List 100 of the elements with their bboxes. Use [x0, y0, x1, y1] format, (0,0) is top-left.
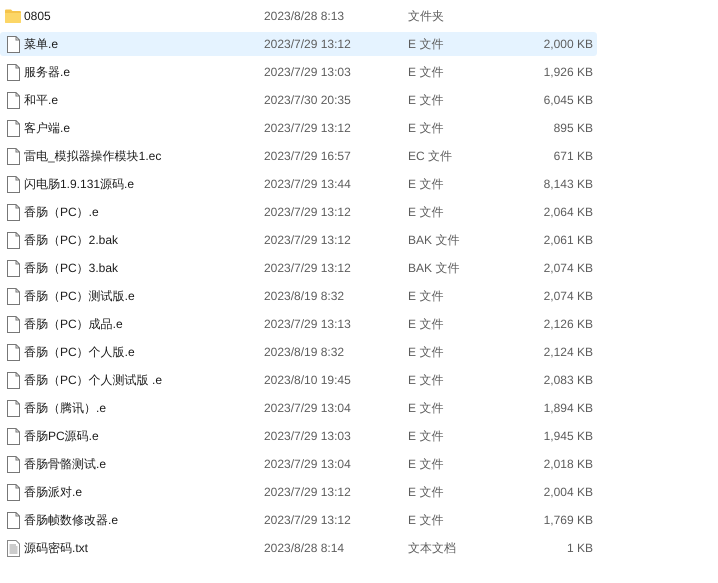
- file-name: 香肠（PC）测试版.e: [24, 288, 136, 304]
- file-type: E 文件: [408, 64, 444, 80]
- file-row[interactable]: 服务器.e 2023/7/29 13:03 E 文件 1,926 KB: [0, 60, 597, 84]
- file-row[interactable]: 香肠帧数修改器.e 2023/7/29 13:12 E 文件 1,769 KB: [0, 508, 597, 532]
- file-row[interactable]: 闪电肠1.9.131源码.e 2023/7/29 13:44 E 文件 8,143 KB: [0, 172, 597, 196]
- file-row[interactable]: 香肠（PC）个人测试版 .e 2023/8/10 19:45 E 文件 2,083 KB: [0, 368, 597, 392]
- file-icon: [6, 512, 20, 528]
- file-type: BAK 文件: [408, 260, 460, 276]
- file-size: 671 KB: [554, 149, 594, 163]
- file-type: E 文件: [408, 344, 444, 360]
- file-row[interactable]: 和平.e 2023/7/30 20:35 E 文件 6,045 KB: [0, 88, 597, 112]
- file-size: 2,124 KB: [544, 345, 594, 359]
- file-name: 香肠（PC）.e: [24, 204, 100, 220]
- file-name: 香肠（PC）3.bak: [24, 260, 120, 276]
- file-name: 闪电肠1.9.131源码.e: [24, 176, 136, 192]
- file-row[interactable]: 客户端.e 2023/7/29 13:12 E 文件 895 KB: [0, 116, 597, 140]
- text-file-icon: [6, 540, 20, 556]
- file-size: 1,894 KB: [544, 401, 594, 415]
- file-size: 2,126 KB: [544, 317, 594, 331]
- modified-date: 2023/7/29 13:12: [264, 485, 352, 499]
- file-name: 香肠（PC）成品.e: [24, 316, 124, 332]
- modified-date: 2023/7/29 13:12: [264, 121, 352, 135]
- file-row[interactable]: 香肠（PC）.e 2023/7/29 13:12 E 文件 2,064 KB: [0, 200, 597, 224]
- file-icon: [6, 260, 20, 276]
- file-name: 香肠派对.e: [24, 484, 84, 500]
- file-row[interactable]: 香肠（PC）成品.e 2023/7/29 13:13 E 文件 2,126 KB: [0, 312, 597, 336]
- file-size: 2,074 KB: [544, 261, 594, 275]
- file-icon: [6, 148, 20, 164]
- file-name: 香肠（腾讯）.e: [24, 400, 108, 416]
- file-row[interactable]: 香肠（PC）测试版.e 2023/8/19 8:32 E 文件 2,074 KB: [0, 284, 597, 308]
- file-row[interactable]: 香肠（PC）3.bak 2023/7/29 13:12 BAK 文件 2,074 KB: [0, 256, 597, 280]
- file-size: 6,045 KB: [544, 93, 594, 107]
- file-name: 香肠（PC）2.bak: [24, 232, 120, 248]
- file-row[interactable]: 香肠PC源码.e 2023/7/29 13:03 E 文件 1,945 KB: [0, 424, 597, 448]
- file-size: 2,061 KB: [544, 233, 594, 247]
- modified-date: 2023/7/29 13:13: [264, 317, 352, 331]
- file-row[interactable]: 雷电_模拟器操作模块1.ec 2023/7/29 16:57 EC 文件 671 KB: [0, 144, 597, 168]
- file-icon: [6, 64, 20, 80]
- file-type: E 文件: [408, 400, 444, 416]
- file-type: E 文件: [408, 120, 444, 136]
- file-row[interactable]: 菜单.e 2023/7/29 13:12 E 文件 2,000 KB: [0, 32, 597, 56]
- file-icon: [6, 456, 20, 472]
- file-icon: [6, 92, 20, 108]
- modified-date: 2023/7/29 13:12: [264, 205, 352, 219]
- modified-date: 2023/7/29 13:12: [264, 37, 352, 51]
- file-icon: [6, 316, 20, 332]
- modified-date: 2023/7/29 13:04: [264, 457, 352, 471]
- file-name: 菜单.e: [24, 36, 60, 52]
- file-size: 2,074 KB: [544, 289, 594, 303]
- file-type: E 文件: [408, 372, 444, 388]
- file-size: 895 KB: [554, 121, 594, 135]
- file-type: E 文件: [408, 36, 444, 52]
- file-icon: [6, 120, 20, 136]
- modified-date: 2023/7/29 13:12: [264, 513, 352, 527]
- file-icon: [6, 176, 20, 192]
- file-type: BAK 文件: [408, 232, 460, 248]
- file-size: 1 KB: [566, 541, 594, 555]
- file-name: 香肠PC源码.e: [24, 428, 100, 444]
- modified-date: 2023/8/28 8:14: [264, 541, 346, 555]
- modified-date: 2023/7/29 13:12: [264, 233, 352, 247]
- modified-date: 2023/7/29 16:57: [264, 149, 352, 163]
- file-size: 2,064 KB: [544, 205, 594, 219]
- file-row[interactable]: 香肠（腾讯）.e 2023/7/29 13:04 E 文件 1,894 KB: [0, 396, 597, 420]
- modified-date: 2023/7/29 13:03: [264, 65, 352, 79]
- file-row[interactable]: 源码密码.txt 2023/8/28 8:14 文本文档 1 KB: [0, 536, 597, 560]
- file-size: 2,004 KB: [544, 485, 594, 499]
- modified-date: 2023/8/10 19:45: [264, 373, 352, 387]
- file-name: 源码密码.txt: [24, 540, 90, 556]
- file-size: 2,018 KB: [544, 457, 594, 471]
- file-type: E 文件: [408, 484, 444, 500]
- file-row[interactable]: 香肠（PC）个人版.e 2023/8/19 8:32 E 文件 2,124 KB: [0, 340, 597, 364]
- file-row[interactable]: 香肠骨骼测试.e 2023/7/29 13:04 E 文件 2,018 KB: [0, 452, 597, 476]
- file-icon: [6, 204, 20, 220]
- file-name: 和平.e: [24, 92, 60, 108]
- file-name: 雷电_模拟器操作模块1.ec: [24, 148, 162, 164]
- file-row[interactable]: 香肠派对.e 2023/7/29 13:12 E 文件 2,004 KB: [0, 480, 597, 504]
- file-type: E 文件: [408, 512, 444, 528]
- file-name: 香肠骨骼测试.e: [24, 456, 108, 472]
- file-name: 客户端.e: [24, 120, 72, 136]
- file-type: E 文件: [408, 176, 444, 192]
- file-type: E 文件: [408, 456, 444, 472]
- file-icon: [6, 428, 20, 444]
- file-type: E 文件: [408, 204, 444, 220]
- file-icon: [6, 232, 20, 248]
- modified-date: 2023/8/19 8:32: [264, 345, 346, 359]
- modified-date: 2023/7/29 13:12: [264, 261, 352, 275]
- file-name: 0805: [24, 9, 52, 23]
- file-type: E 文件: [408, 428, 444, 444]
- file-type: E 文件: [408, 288, 444, 304]
- file-type: EC 文件: [408, 148, 454, 164]
- file-size: 8,143 KB: [544, 177, 594, 191]
- modified-date: 2023/8/28 8:13: [264, 9, 346, 23]
- file-type: 文件夹: [408, 8, 445, 24]
- file-name: 服务器.e: [24, 64, 72, 80]
- file-size: 2,000 KB: [544, 37, 594, 51]
- file-row[interactable]: 0805 2023/8/28 8:13 文件夹: [0, 4, 597, 28]
- file-name: 香肠（PC）个人版.e: [24, 344, 136, 360]
- file-row[interactable]: 香肠（PC）2.bak 2023/7/29 13:12 BAK 文件 2,061 KB: [0, 228, 597, 252]
- file-icon: [6, 400, 20, 416]
- modified-date: 2023/7/29 13:44: [264, 177, 352, 191]
